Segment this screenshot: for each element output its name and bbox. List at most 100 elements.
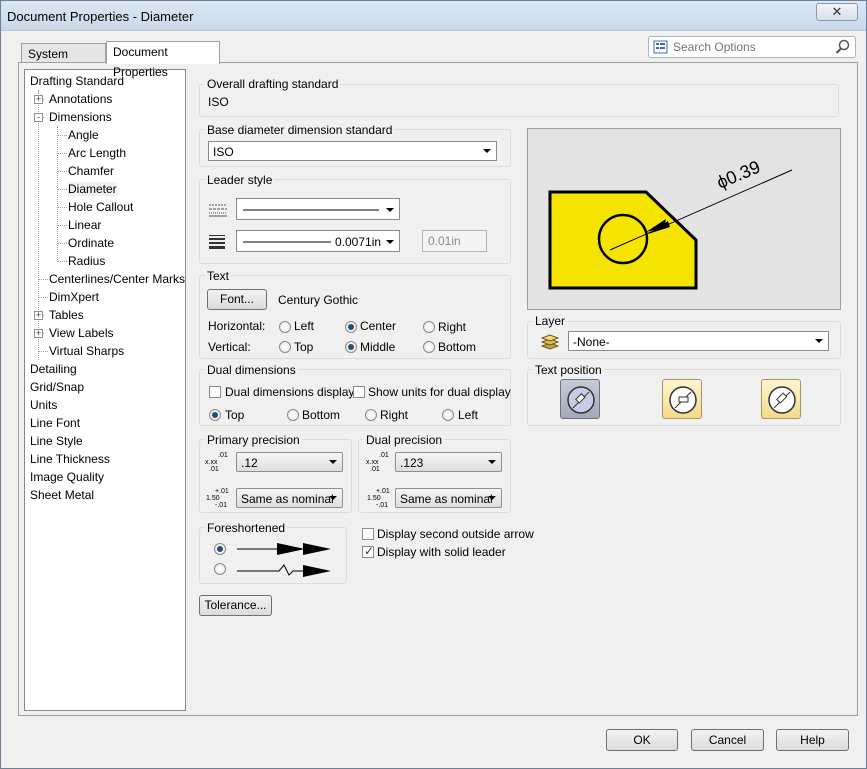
tab-document-properties[interactable]: Document Properties <box>106 41 220 79</box>
tolerance-button[interactable]: Tolerance... <box>199 595 272 616</box>
search-options-icon <box>653 40 668 54</box>
horizontal-label: Horizontal: <box>208 319 266 333</box>
ok-button[interactable]: OK <box>606 729 678 751</box>
radio-foreshortened-zigzag[interactable] <box>214 563 226 575</box>
expand-icon[interactable]: + <box>34 311 43 320</box>
overall-standard-label: Overall drafting standard <box>205 77 341 91</box>
tree-item-arc-length[interactable]: Arc Length <box>68 145 126 161</box>
radio-label: Left <box>294 319 315 333</box>
radio-dual-left[interactable] <box>442 409 454 421</box>
dimension-preview: ϕ0.39 <box>527 128 841 310</box>
radio-horizontal-center[interactable] <box>345 321 357 333</box>
solid-leader-checkbox[interactable] <box>362 544 374 558</box>
leader-style-label: Leader style <box>205 173 275 187</box>
tree-item-centerlines[interactable]: Centerlines/Center Marks <box>49 271 185 287</box>
radio-label: Middle <box>360 340 396 354</box>
tree-item-image-quality[interactable]: Image Quality <box>30 469 104 485</box>
radio-label: Top <box>225 408 245 422</box>
radio-horizontal-right[interactable] <box>423 321 435 333</box>
radio-label: Top <box>294 340 314 354</box>
radio-label: Center <box>360 319 397 333</box>
expand-icon[interactable]: + <box>34 329 43 338</box>
text-position-broken-leader-horizontal[interactable] <box>662 379 702 419</box>
checkbox-label: Display second outside arrow <box>377 527 534 541</box>
tree-item-tables[interactable]: Tables <box>49 307 84 323</box>
tree-item-angle[interactable]: Angle <box>68 127 99 143</box>
tree-item-grid-snap[interactable]: Grid/Snap <box>30 379 84 395</box>
tree-item-view-labels[interactable]: View Labels <box>49 325 114 341</box>
search-icon[interactable] <box>835 39 851 55</box>
radio-label: Left <box>458 408 479 422</box>
search-input[interactable] <box>671 39 831 55</box>
expand-icon[interactable]: + <box>34 95 43 104</box>
help-button[interactable]: Help <box>776 729 849 751</box>
tree-item-dimensions[interactable]: Dimensions <box>49 109 112 125</box>
second-outside-arrow-checkbox[interactable] <box>362 528 374 540</box>
radio-vertical-bottom[interactable] <box>423 341 435 353</box>
tree-item-virtual-sharps[interactable]: Virtual Sharps <box>49 343 124 359</box>
chevron-down-icon <box>488 460 496 464</box>
dialog-window: Document Properties - Diameter ✕ System … <box>0 0 867 769</box>
search-box[interactable] <box>648 36 856 58</box>
chevron-down-icon <box>329 460 337 464</box>
dual-units-checkbox[interactable] <box>353 386 365 398</box>
chevron-down-icon <box>386 208 394 212</box>
text-position-horizontal-icon <box>669 386 697 414</box>
tree-item-radius[interactable]: Radius <box>68 253 105 269</box>
cancel-button[interactable]: Cancel <box>691 729 764 751</box>
tree-item-line-thickness[interactable]: Line Thickness <box>30 451 110 467</box>
text-position-broken-leader-aligned[interactable] <box>761 379 801 419</box>
text-position-aligned-icon <box>567 386 595 414</box>
close-button[interactable]: ✕ <box>816 3 858 21</box>
collapse-icon[interactable]: - <box>34 113 43 122</box>
tree-item-sheet-metal[interactable]: Sheet Metal <box>30 487 94 503</box>
primary-precision-label: Primary precision <box>205 433 302 447</box>
tree-item-annotations[interactable]: Annotations <box>49 91 112 107</box>
custom-thickness-input[interactable]: 0.01in <box>422 230 487 252</box>
primary-value-precision-select[interactable]: .12 <box>236 452 343 472</box>
checkbox-label: Dual dimensions display <box>225 385 355 399</box>
radio-vertical-top[interactable] <box>279 341 291 353</box>
radio-dual-top[interactable] <box>209 409 221 421</box>
radio-foreshortened-straight[interactable] <box>214 543 226 555</box>
tree-item-diameter[interactable]: Diameter <box>68 181 117 197</box>
radio-vertical-middle[interactable] <box>345 341 357 353</box>
radio-dual-bottom[interactable] <box>287 409 299 421</box>
line-thickness-icon <box>209 235 225 249</box>
leader-line-style-select[interactable] <box>236 198 400 220</box>
tree-item-dimxpert[interactable]: DimXpert <box>49 289 99 305</box>
leader-thickness-select[interactable]: 0.0071in <box>236 230 400 252</box>
text-label: Text <box>205 269 232 283</box>
layer-label: Layer <box>533 314 568 328</box>
radio-label: Right <box>380 408 409 422</box>
tab-system-options[interactable]: System Options <box>21 43 106 81</box>
base-standard-select[interactable]: ISO <box>208 141 497 161</box>
radio-label: Bottom <box>438 340 477 354</box>
diameter-preview-drawing: ϕ0.39 <box>548 157 793 290</box>
tree-item-chamfer[interactable]: Chamfer <box>68 163 114 179</box>
line-style-icon <box>209 204 227 217</box>
tree-item-drafting-standard[interactable]: Drafting Standard <box>30 73 124 89</box>
tree-item-line-font[interactable]: Line Font <box>30 415 80 431</box>
tree-item-detailing[interactable]: Detailing <box>30 361 77 377</box>
layer-select[interactable]: -None- <box>568 331 829 351</box>
tree-item-linear[interactable]: Linear <box>68 217 101 233</box>
primary-tolerance-precision-select[interactable]: Same as nominal <box>236 488 343 508</box>
text-position-solid-leader-aligned[interactable] <box>560 379 600 419</box>
dual-tolerance-precision-select[interactable]: Same as nominal <box>395 488 502 508</box>
font-button[interactable]: Font... <box>207 289 267 310</box>
foreshortened-label: Foreshortened <box>205 521 288 535</box>
tolerance-precision-icon: +.01 1.50 -.01 <box>206 488 229 509</box>
tree-item-line-style[interactable]: Line Style <box>30 433 83 449</box>
dual-precision-label: Dual precision <box>364 433 445 447</box>
chevron-down-icon <box>483 149 491 153</box>
tab-label: Document Properties <box>113 45 168 79</box>
tree-item-ordinate[interactable]: Ordinate <box>68 235 114 251</box>
radio-dual-right[interactable] <box>365 409 377 421</box>
dual-value-precision-select[interactable]: .123 <box>395 452 502 472</box>
tree-item-hole-callout[interactable]: Hole Callout <box>68 199 133 215</box>
font-name: Century Gothic <box>278 293 359 307</box>
tree-item-units[interactable]: Units <box>30 397 57 413</box>
radio-horizontal-left[interactable] <box>279 321 291 333</box>
dual-display-checkbox[interactable] <box>209 386 221 398</box>
